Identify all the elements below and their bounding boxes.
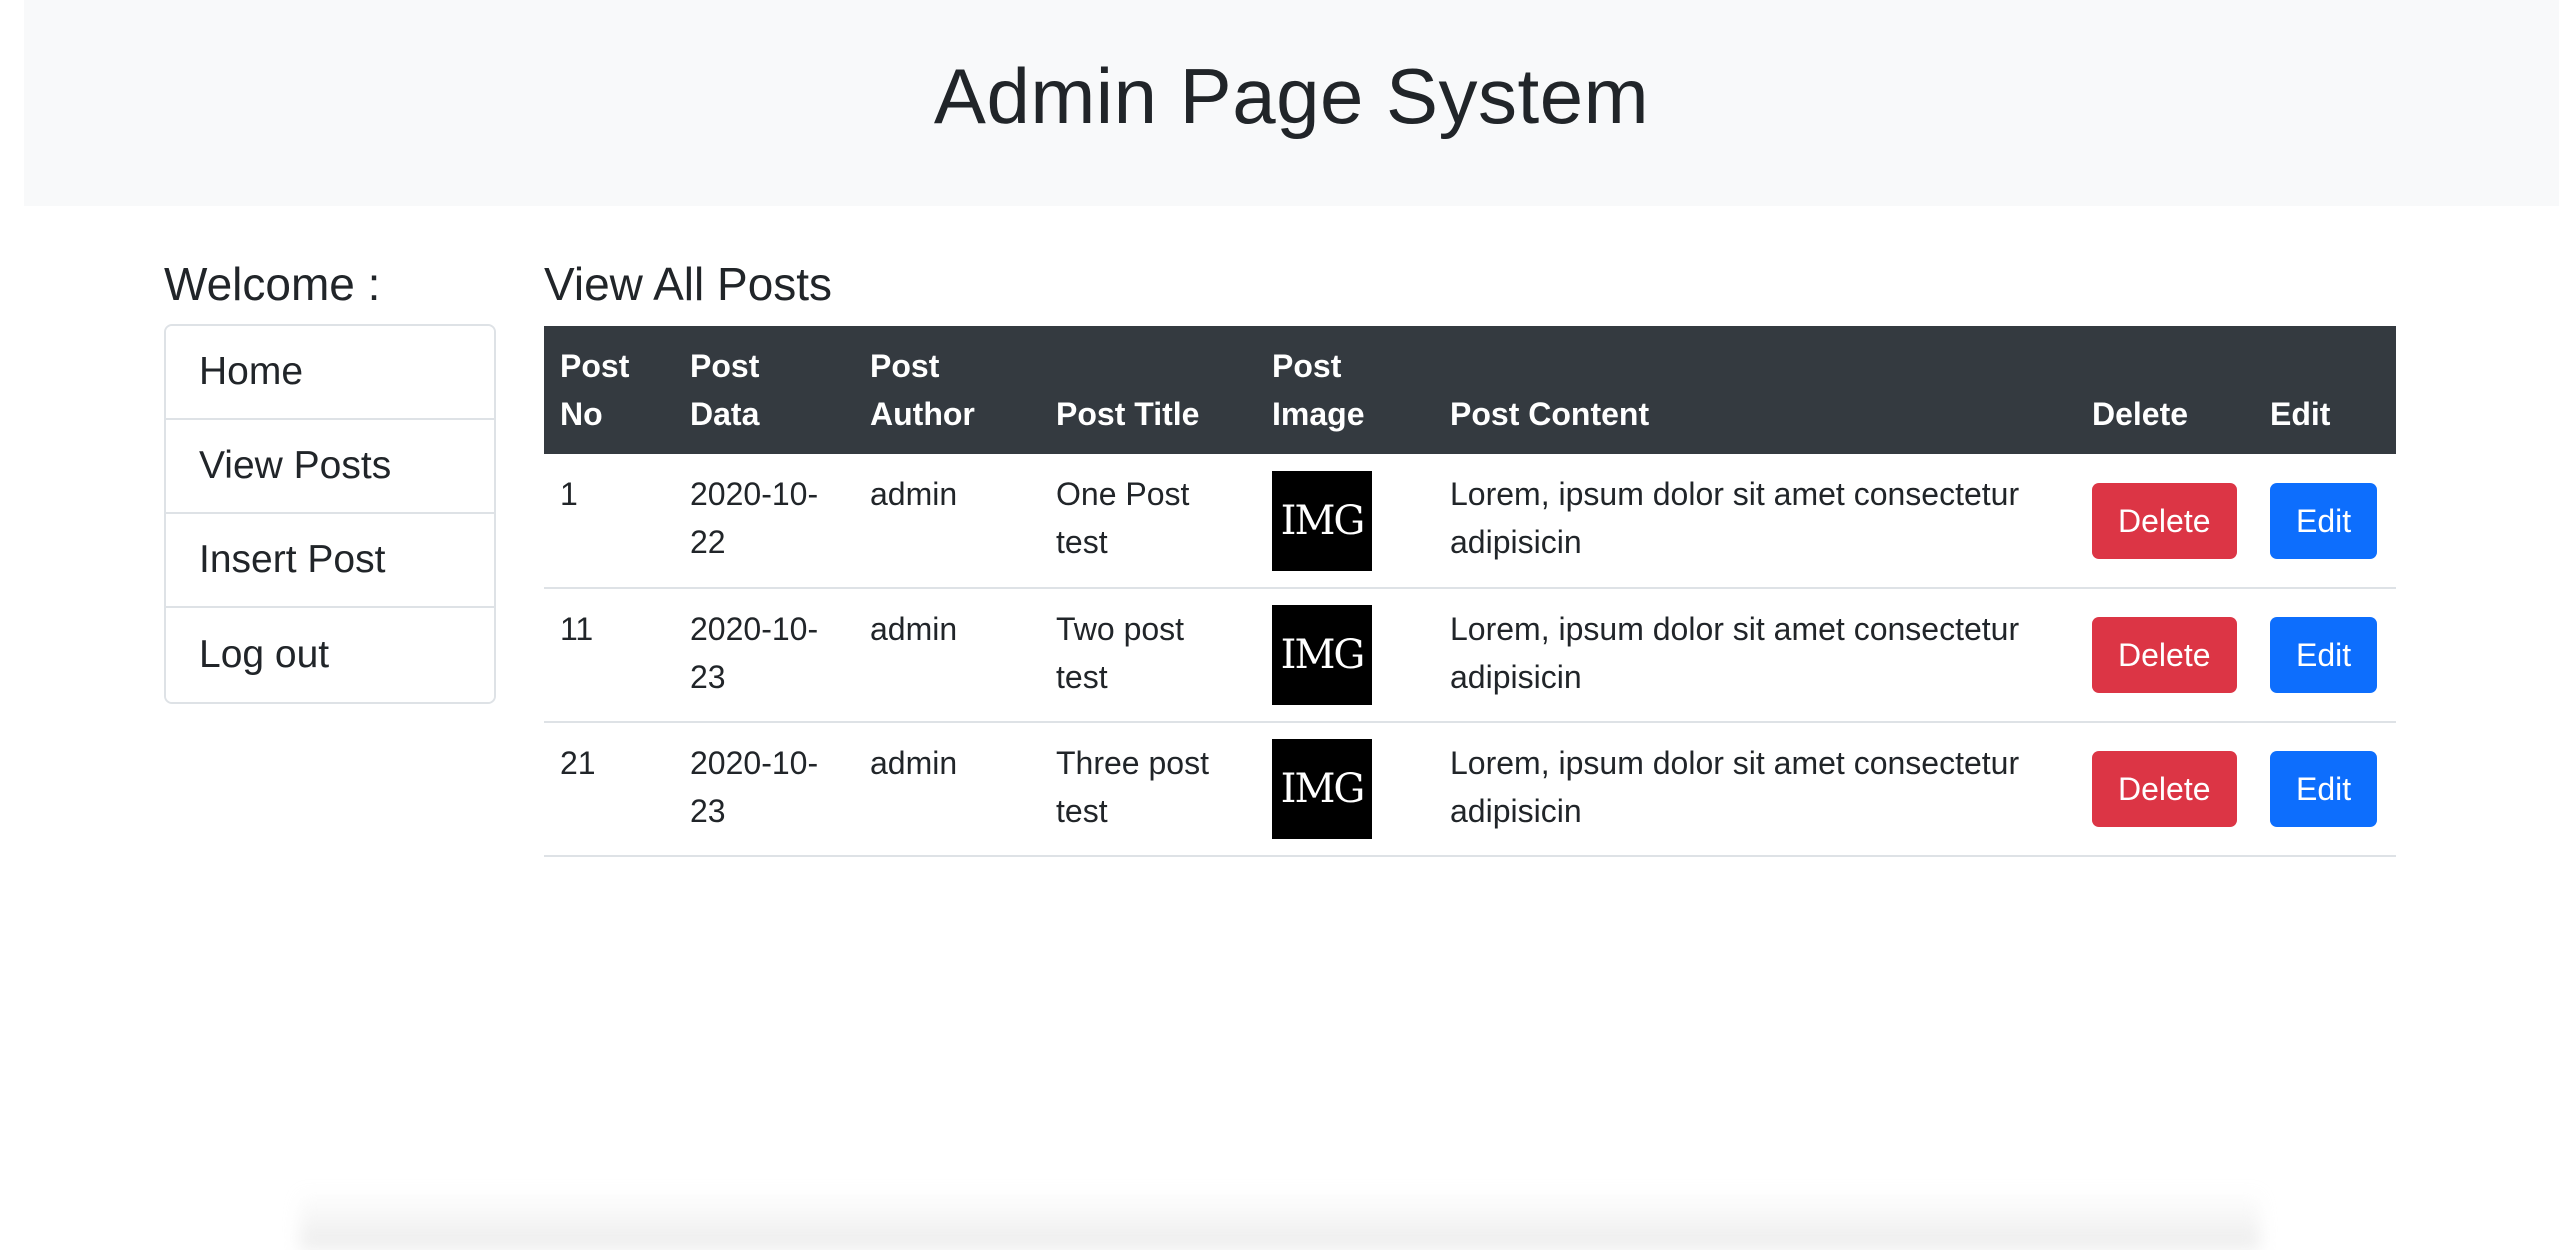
- post-author-cell: admin: [854, 588, 1040, 723]
- sidebar-item-log-out[interactable]: Log out: [166, 608, 494, 702]
- table-row: 21 2020-10-23 admin Three post test IMG …: [544, 722, 2396, 857]
- column-header-post-no: Post No: [560, 348, 630, 432]
- post-title-cell: One Post test: [1040, 454, 1256, 589]
- column-header-post-image: Post Image: [1272, 348, 1365, 432]
- posts-table: Post No Post Data Post Author Post Title…: [544, 326, 2396, 857]
- edit-button[interactable]: Edit: [2270, 617, 2378, 693]
- post-date-cell: 2020-10-22: [674, 454, 854, 589]
- table-header-row: Post No Post Data Post Author Post Title…: [544, 326, 2396, 454]
- column-header-post-content: Post Content: [1450, 396, 1650, 432]
- post-no-cell: 21: [544, 722, 674, 857]
- table-row: 11 2020-10-23 admin Two post test IMG Lo…: [544, 588, 2396, 723]
- delete-button[interactable]: Delete: [2092, 751, 2237, 827]
- post-image-thumbnail: IMG: [1272, 739, 1372, 839]
- post-image-cell: IMG: [1256, 722, 1434, 857]
- main-content: View All Posts Post No Post Data Post Au…: [544, 252, 2396, 857]
- delete-button[interactable]: Delete: [2092, 482, 2237, 559]
- post-content-cell: Lorem, ipsum dolor sit amet consectetur …: [1434, 454, 2076, 589]
- edit-cell: Edit: [2254, 454, 2396, 589]
- column-header-post-title: Post Title: [1056, 396, 1200, 432]
- delete-cell: Delete: [2076, 588, 2254, 723]
- post-no-cell: 1: [544, 454, 674, 589]
- column-header-post-data: Post Data: [690, 348, 760, 432]
- post-image-cell: IMG: [1256, 454, 1434, 589]
- section-title: View All Posts: [544, 258, 833, 310]
- edit-button[interactable]: Edit: [2270, 751, 2378, 827]
- sidebar-item-view-posts[interactable]: View Posts: [166, 420, 494, 514]
- sidebar-nav: Home View Posts Insert Post Log out: [164, 324, 496, 704]
- post-author-cell: admin: [854, 722, 1040, 857]
- column-header-delete: Delete: [2092, 396, 2189, 432]
- edit-cell: Edit: [2254, 588, 2396, 723]
- welcome-text: Welcome :: [164, 258, 381, 310]
- delete-cell: Delete: [2076, 722, 2254, 857]
- edit-cell: Edit: [2254, 722, 2396, 857]
- edit-button[interactable]: Edit: [2270, 482, 2378, 559]
- post-content-cell: Lorem, ipsum dolor sit amet consectetur …: [1434, 722, 2076, 857]
- delete-cell: Delete: [2076, 454, 2254, 589]
- page-title: Admin Page System: [933, 51, 1650, 140]
- sidebar-item-insert-post[interactable]: Insert Post: [166, 514, 494, 608]
- column-header-post-author: Post Author: [870, 348, 975, 432]
- post-title-cell: Three post test: [1040, 722, 1256, 857]
- delete-button[interactable]: Delete: [2092, 617, 2237, 693]
- post-date-cell: 2020-10-23: [674, 722, 854, 857]
- post-no-cell: 11: [544, 588, 674, 723]
- bottom-shadow: [300, 1190, 2260, 1250]
- post-title-cell: Two post test: [1040, 588, 1256, 723]
- sidebar-item-home[interactable]: Home: [166, 326, 494, 420]
- column-header-edit: Edit: [2270, 396, 2331, 432]
- post-author-cell: admin: [854, 454, 1040, 589]
- post-image-cell: IMG: [1256, 588, 1434, 723]
- post-image-thumbnail: IMG: [1272, 470, 1372, 571]
- post-image-thumbnail: IMG: [1272, 605, 1372, 705]
- table-row: 1 2020-10-22 admin One Post test IMG Lor…: [544, 454, 2396, 589]
- sidebar: Welcome : Home View Posts Insert Post Lo…: [164, 252, 496, 704]
- post-content-cell: Lorem, ipsum dolor sit amet consectetur …: [1434, 588, 2076, 723]
- post-date-cell: 2020-10-23: [674, 588, 854, 723]
- page-header: Admin Page System: [24, 0, 2559, 206]
